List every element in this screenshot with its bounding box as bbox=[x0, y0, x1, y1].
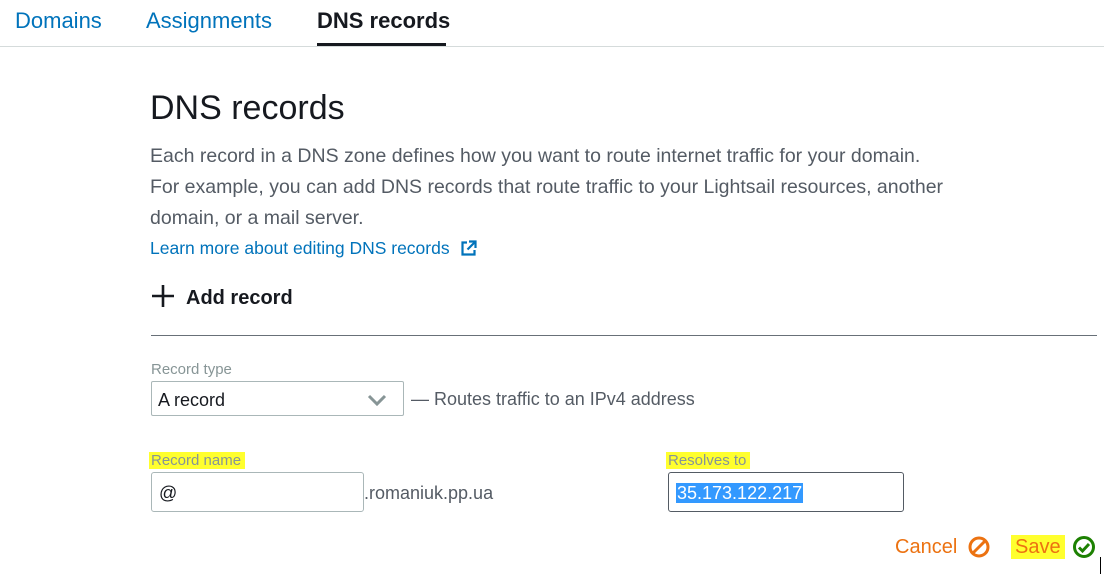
learn-more-label: Learn more about editing DNS records bbox=[150, 238, 450, 258]
cancel-icon bbox=[967, 535, 991, 559]
domain-suffix: .romaniuk.pp.ua bbox=[364, 483, 494, 503]
cancel-button[interactable]: Cancel bbox=[895, 535, 991, 559]
record-name-value: @ bbox=[159, 483, 178, 503]
page-title: DNS records bbox=[150, 89, 345, 127]
text-cursor bbox=[1100, 557, 1101, 574]
record-type-value: A record bbox=[158, 390, 226, 410]
add-record-button[interactable]: Add record bbox=[151, 284, 293, 313]
check-circle-icon bbox=[1072, 535, 1096, 559]
add-record-label: Add record bbox=[186, 286, 293, 309]
resolves-to-value-wrap: 35.173.122.217 bbox=[676, 482, 804, 504]
page-description: Each record in a DNS zone defines how yo… bbox=[150, 145, 944, 229]
record-name-label-wrap: Record name bbox=[149, 452, 246, 470]
external-link-icon bbox=[460, 239, 478, 263]
resolves-to-label: Resolves to bbox=[666, 452, 751, 469]
save-button[interactable]: Save bbox=[1011, 535, 1096, 559]
tab-domains[interactable]: Domains bbox=[15, 7, 102, 35]
tab-assignments[interactable]: Assignments bbox=[146, 7, 272, 35]
plus-icon bbox=[151, 284, 175, 313]
record-name-input[interactable]: @ bbox=[151, 472, 364, 512]
learn-more-link[interactable]: Learn more about editing DNS records bbox=[150, 236, 478, 263]
cancel-label: Cancel bbox=[895, 536, 958, 558]
save-label: Save bbox=[1011, 535, 1065, 559]
section-divider bbox=[151, 335, 1097, 336]
resolves-to-label-wrap: Resolves to bbox=[666, 452, 751, 470]
resolves-to-value: 35.173.122.217 bbox=[676, 483, 804, 503]
active-tab-indicator bbox=[317, 43, 446, 46]
resolves-to-input[interactable]: 35.173.122.217 bbox=[668, 472, 904, 512]
record-name-label: Record name bbox=[149, 452, 246, 469]
chevron-down-icon bbox=[367, 393, 387, 411]
record-type-select[interactable]: A record bbox=[151, 381, 404, 416]
record-type-hint: — Routes traffic to an IPv4 address bbox=[411, 389, 695, 409]
tab-dns-records[interactable]: DNS records bbox=[317, 7, 450, 35]
record-type-label: Record type bbox=[151, 361, 232, 378]
tab-bar: Domains Assignments DNS records bbox=[0, 0, 1104, 47]
